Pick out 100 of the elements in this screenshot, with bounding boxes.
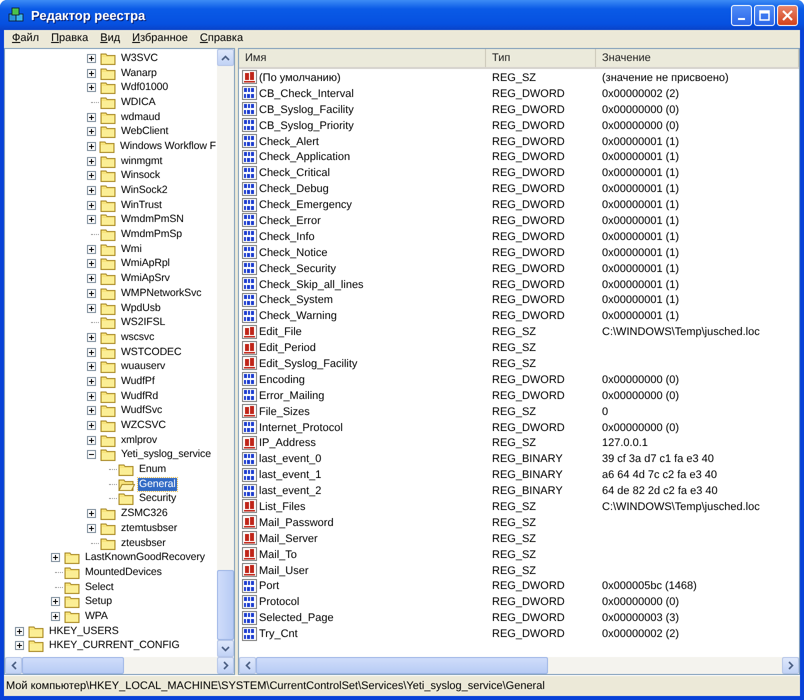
value-name[interactable]: Selected_Page [259,612,334,624]
expand-icon[interactable] [87,406,96,416]
scroll-left-button[interactable] [5,657,22,674]
column-header[interactable]: Тип [486,49,596,67]
close-button[interactable] [777,4,798,26]
tree-item[interactable]: WudfRd [120,390,160,403]
scroll-thumb[interactable] [22,657,124,674]
scroll-up-button[interactable] [217,49,234,66]
value-name[interactable]: File_Sizes [259,406,310,418]
tree-item[interactable]: HKEY_CURRENT_CONFIG [48,639,181,652]
tree-item[interactable]: WinSock2 [120,184,168,198]
expand-icon[interactable] [87,186,96,196]
menu-item[interactable]: Вид [94,32,126,44]
menu-item[interactable]: Файл [6,32,46,44]
menu-item[interactable]: Справка [194,32,250,44]
expand-icon[interactable] [15,641,24,650]
tree-item[interactable]: WmiApRpl [120,257,171,270]
value-name[interactable]: Mail_To [259,548,297,561]
value-name[interactable]: Check_Alert [259,136,319,148]
value-name[interactable]: Internet_Protocol [259,422,343,434]
tree-item[interactable]: WZCSVC [120,419,167,432]
collapse-icon[interactable] [87,450,96,460]
value-name[interactable]: Edit_Syslog_Facility [259,358,358,370]
value-name[interactable]: last_event_1 [259,469,322,482]
value-name[interactable]: Check_Notice [259,246,328,259]
expand-icon[interactable] [87,376,96,386]
tree-item[interactable]: General [138,478,177,491]
value-name[interactable]: Error_Mailing [259,390,324,402]
expand-icon[interactable] [51,597,60,606]
tree-item[interactable]: Wmi [120,242,143,256]
tree-item[interactable]: MountedDevices [84,566,163,579]
tree-item[interactable]: WDICA [120,96,156,109]
value-name[interactable]: Check_Emergency [259,199,352,212]
minimize-button[interactable] [731,4,752,26]
tree-item[interactable]: WS2IFSL [120,316,166,330]
tree-item[interactable]: ztemtusbser [120,522,178,535]
scroll-thumb[interactable] [256,657,548,674]
value-name[interactable]: Edit_Period [259,342,316,354]
expand-icon[interactable] [87,200,96,210]
tree-item[interactable]: WudfSvc [120,404,164,418]
expand-icon[interactable] [87,524,96,533]
expand-icon[interactable] [87,436,96,445]
expand-icon[interactable] [51,553,60,562]
value-name[interactable]: Check_Security [259,262,336,275]
tree-item[interactable]: WpdUsb [120,302,162,315]
value-name[interactable]: Check_Debug [259,183,329,196]
expand-icon[interactable] [87,171,96,180]
tree-item[interactable]: winmgmt [120,154,164,168]
expand-icon[interactable] [87,244,96,254]
expand-icon[interactable] [87,68,96,78]
value-name[interactable]: Check_Skip_all_lines [259,278,364,291]
scroll-thumb[interactable] [217,570,234,640]
value-name[interactable]: Check_Critical [259,167,330,180]
expand-icon[interactable] [87,348,96,357]
tree-item[interactable]: WinTrust [120,198,163,212]
tree-item[interactable]: WmiApSrv [120,272,171,286]
tree-item[interactable]: Yeti_syslog_service [120,448,212,462]
expand-icon[interactable] [87,127,96,136]
tree-item[interactable]: WebClient [120,125,170,138]
scroll-left-button[interactable] [239,657,256,674]
expand-icon[interactable] [87,112,96,122]
value-name[interactable]: Protocol [259,596,300,608]
scroll-right-button[interactable] [217,657,234,674]
tree-item[interactable]: xmlprov [120,434,158,447]
expand-icon[interactable] [87,83,96,92]
value-name[interactable]: List_Files [259,500,306,513]
value-name[interactable]: Port [259,580,280,592]
expand-icon[interactable] [15,626,24,636]
value-name[interactable]: Check_System [259,294,333,306]
tree-item[interactable]: Wdf01000 [120,81,170,94]
value-name[interactable]: Mail_Server [259,532,318,545]
value-name[interactable]: last_event_2 [259,485,322,498]
column-header[interactable]: Значение [596,49,799,67]
tree-item[interactable]: WSTCODEC [120,346,182,359]
tree-item[interactable]: WmdmPmSp [120,228,184,242]
tree-item[interactable]: zteusbser [120,536,167,550]
tree-item[interactable]: Enum [138,463,168,476]
tree-item[interactable]: Security [138,492,178,506]
value-name[interactable]: Check_Application [259,151,350,164]
value-name[interactable]: Encoding [259,374,305,386]
tree-item[interactable]: Setup [84,595,113,608]
tree-item[interactable]: W3SVC [120,52,159,65]
expand-icon[interactable] [87,509,96,518]
value-name[interactable]: Mail_User [259,564,309,577]
expand-icon[interactable] [51,612,60,621]
column-header[interactable]: Имя [239,49,486,67]
value-name[interactable]: Mail_Password [259,516,334,529]
value-name[interactable]: CB_Syslog_Facility [259,104,354,116]
value-name[interactable]: Edit_File [259,326,302,338]
value-name[interactable]: CB_Syslog_Priority [259,120,354,132]
tree-item[interactable]: HKEY_USERS [48,624,120,638]
tree-item[interactable]: wscsvc [120,330,156,344]
expand-icon[interactable] [87,156,96,166]
tree-item[interactable]: LastKnownGoodRecovery [84,551,206,564]
menu-item[interactable]: Избранное [126,32,194,44]
tree-item[interactable]: Select [84,580,115,594]
expand-icon[interactable] [87,332,96,342]
expand-icon[interactable] [87,142,96,151]
tree-item[interactable]: Winsock [120,169,161,182]
value-name[interactable]: last_event_0 [259,453,322,466]
